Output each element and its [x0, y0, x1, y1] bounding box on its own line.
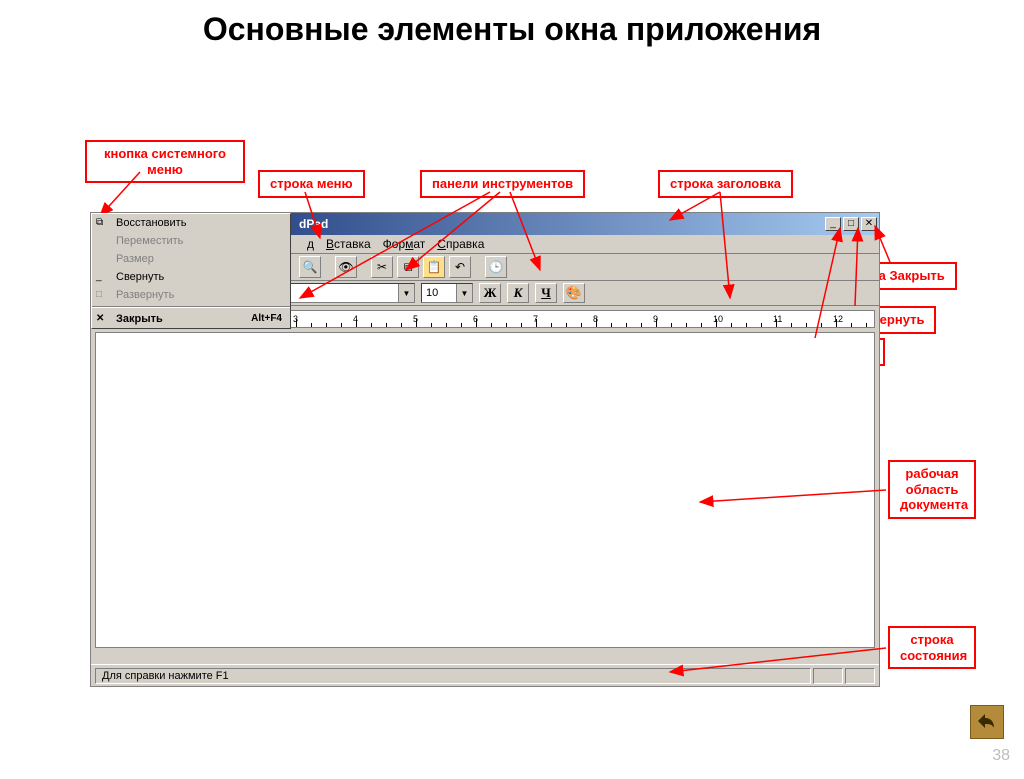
status-text: Для справки нажмите F1 [95, 668, 811, 684]
page-number: 38 [992, 747, 1010, 765]
sysmenu-close[interactable]: ✕ЗакрытьAlt+F4 [92, 310, 290, 328]
close-button[interactable]: ✕ [861, 217, 877, 231]
copy-button[interactable]: ⧉ [397, 256, 419, 278]
maximize-button[interactable]: □ [843, 217, 859, 231]
menu-item-d[interactable]: д [307, 237, 314, 251]
sysmenu-size: Размер [92, 250, 290, 268]
callout-statusbar: строка состояния [888, 626, 976, 669]
undo-button[interactable]: ↶ [449, 256, 471, 278]
sysmenu-minimize[interactable]: _Свернуть [92, 268, 290, 286]
callout-toolbars: панели инструментов [420, 170, 585, 198]
maximize-icon: □ [96, 289, 102, 300]
menu-help[interactable]: Справка [437, 237, 484, 251]
callout-menubar: строка меню [258, 170, 365, 198]
menu-insert[interactable]: Вставка [326, 237, 371, 251]
minimize-button[interactable]: _ [825, 217, 841, 231]
callout-sysmenu: кнопка системного меню [85, 140, 245, 183]
document-workarea[interactable] [95, 332, 875, 648]
sysmenu-maximize: □Развернуть [92, 286, 290, 304]
status-pane-1 [813, 668, 843, 684]
sysmenu-restore[interactable]: ⧉Восстановить [92, 214, 290, 232]
italic-button[interactable]: К [507, 283, 529, 303]
system-menu: ⧉Восстановить Переместить Размер _Сверну… [91, 213, 291, 329]
color-button[interactable]: 🎨 [563, 283, 585, 303]
callout-titlebar: строка заголовка [658, 170, 793, 198]
minimize-icon: _ [96, 271, 102, 282]
menu-format[interactable]: Формат [383, 237, 426, 251]
paste-button[interactable]: 📋 [423, 256, 445, 278]
close-icon: ✕ [96, 313, 104, 324]
print-preview-button[interactable]: 🔍 [299, 256, 321, 278]
return-button[interactable] [970, 705, 1004, 739]
statusbar: Для справки нажмите F1 [91, 664, 879, 686]
find-button[interactable]: 👁 [335, 256, 357, 278]
cut-button[interactable]: ✂ [371, 256, 393, 278]
sysmenu-move: Переместить [92, 232, 290, 250]
chevron-down-icon[interactable]: ▼ [398, 284, 414, 302]
underline-button[interactable]: Ч [535, 283, 557, 303]
callout-workarea: рабочая область документа [888, 460, 976, 519]
slide-title: Основные элементы окна приложения [0, 12, 1024, 47]
chevron-down-icon[interactable]: ▼ [456, 284, 472, 302]
font-size-value: 10 [422, 287, 456, 299]
app-window: ⧉Восстановить Переместить Размер _Сверну… [90, 212, 880, 687]
status-pane-2 [845, 668, 875, 684]
sysmenu-divider [92, 306, 290, 308]
restore-icon: ⧉ [96, 217, 103, 228]
font-size-combo[interactable]: 10 ▼ [421, 283, 473, 303]
datetime-button[interactable]: 🕒 [485, 256, 507, 278]
bold-button[interactable]: Ж [479, 283, 501, 303]
